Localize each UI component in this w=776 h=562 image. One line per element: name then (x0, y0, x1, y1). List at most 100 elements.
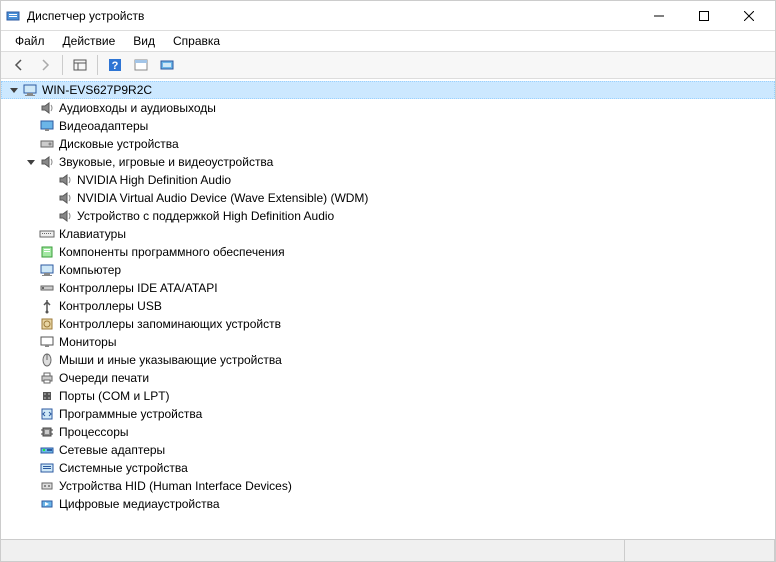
tree-node-label: Контроллеры USB (59, 299, 162, 313)
statusbar (1, 539, 775, 561)
tree-node-label: Сетевые адаптеры (59, 443, 165, 457)
tree-node-label: Системные устройства (59, 461, 188, 475)
minimize-button[interactable] (636, 2, 681, 30)
computer-icon (22, 82, 38, 98)
tree-node[interactable]: Цифровые медиаустройства (1, 495, 775, 513)
tree-node[interactable]: Сетевые адаптеры (1, 441, 775, 459)
tree-node-label: Порты (COM и LPT) (59, 389, 170, 403)
tree-node[interactable]: Компоненты программного обеспечения (1, 243, 775, 261)
tree-node-label: Дисковые устройства (59, 137, 179, 151)
hid-icon (39, 478, 55, 494)
scan-hardware-button[interactable] (155, 53, 179, 77)
display-icon (39, 118, 55, 134)
menu-action[interactable]: Действие (55, 32, 124, 50)
monitor-icon (39, 334, 55, 350)
tree-node[interactable]: Аудиовходы и аудиовыходы (1, 99, 775, 117)
tree-node[interactable]: Очереди печати (1, 369, 775, 387)
window-buttons (636, 2, 771, 30)
tree-node-label: Аудиовходы и аудиовыходы (59, 101, 216, 115)
back-button[interactable] (7, 53, 31, 77)
statusbar-cell (1, 540, 625, 561)
tree-node-label: Видеоадаптеры (59, 119, 148, 133)
tree-node[interactable]: Клавиатуры (1, 225, 775, 243)
mouse-icon (39, 352, 55, 368)
speaker-icon (57, 172, 73, 188)
computer-icon (39, 262, 55, 278)
disk-icon (39, 136, 55, 152)
tree-node-label: Клавиатуры (59, 227, 126, 241)
tree-node[interactable]: Контроллеры IDE ATA/ATAPI (1, 279, 775, 297)
maximize-button[interactable] (681, 2, 726, 30)
tree-node[interactable]: Устройства HID (Human Interface Devices) (1, 477, 775, 495)
storage-icon (39, 316, 55, 332)
tree-node-label: Устройство с поддержкой High Definition … (77, 209, 334, 223)
ide-icon (39, 280, 55, 296)
tree-node[interactable]: Мониторы (1, 333, 775, 351)
network-icon (39, 442, 55, 458)
tree-node[interactable]: Контроллеры USB (1, 297, 775, 315)
tree-node-label: Цифровые медиаустройства (59, 497, 220, 511)
toolbar-separator (62, 55, 63, 75)
properties-button[interactable] (129, 53, 153, 77)
device-tree-panel[interactable]: WIN-EVS627P9R2C Аудиовходы и аудиовыходы В… (1, 79, 775, 539)
tree-node[interactable]: NVIDIA Virtual Audio Device (Wave Extens… (1, 189, 775, 207)
keyboard-icon (39, 226, 55, 242)
tree-node[interactable]: Видеоадаптеры (1, 117, 775, 135)
tree-node[interactable]: Мыши и иные указывающие устройства (1, 351, 775, 369)
tree-node[interactable]: Системные устройства (1, 459, 775, 477)
help-button[interactable]: ? (103, 53, 127, 77)
media-icon (39, 496, 55, 512)
tree-node-label: NVIDIA Virtual Audio Device (Wave Extens… (77, 191, 368, 205)
tree-node-label: Компьютер (59, 263, 121, 277)
menu-view[interactable]: Вид (125, 32, 163, 50)
toolbar-separator (97, 55, 98, 75)
tree-node[interactable]: Процессоры (1, 423, 775, 441)
speaker-icon (39, 154, 55, 170)
tree-node[interactable]: Звуковые, игровые и видеоустройства (1, 153, 775, 171)
collapse-icon[interactable] (23, 154, 39, 170)
tree-node-label: Устройства HID (Human Interface Devices) (59, 479, 292, 493)
tree-node[interactable]: Контроллеры запоминающих устройств (1, 315, 775, 333)
toolbar: ? (1, 51, 775, 79)
tree-node[interactable]: Программные устройства (1, 405, 775, 423)
tree-node[interactable]: NVIDIA High Definition Audio (1, 171, 775, 189)
tree-node[interactable]: Дисковые устройства (1, 135, 775, 153)
tree-node[interactable]: Устройство с поддержкой High Definition … (1, 207, 775, 225)
window-title: Диспетчер устройств (27, 9, 636, 23)
tree-node[interactable]: Компьютер (1, 261, 775, 279)
tree-node-label: Контроллеры запоминающих устройств (59, 317, 281, 331)
menubar: Файл Действие Вид Справка (1, 31, 775, 51)
speaker-icon (39, 100, 55, 116)
titlebar: Диспетчер устройств (1, 1, 775, 31)
statusbar-cell (625, 540, 775, 561)
tree-node-label: Очереди печати (59, 371, 149, 385)
collapse-icon[interactable] (6, 82, 22, 98)
menu-help[interactable]: Справка (165, 32, 228, 50)
close-button[interactable] (726, 2, 771, 30)
softdev-icon (39, 406, 55, 422)
system-icon (39, 460, 55, 476)
speaker-icon (57, 190, 73, 206)
tree-node-label: Контроллеры IDE ATA/ATAPI (59, 281, 218, 295)
cpu-icon (39, 424, 55, 440)
tree-node-label: WIN-EVS627P9R2C (42, 83, 152, 97)
usb-icon (39, 298, 55, 314)
tree-node-label: Процессоры (59, 425, 129, 439)
forward-button[interactable] (33, 53, 57, 77)
tree-node-label: Звуковые, игровые и видеоустройства (59, 155, 273, 169)
show-hide-console-tree-button[interactable] (68, 53, 92, 77)
tree-node-label: Мыши и иные указывающие устройства (59, 353, 282, 367)
printer-icon (39, 370, 55, 386)
svg-text:?: ? (112, 60, 119, 72)
port-icon (39, 388, 55, 404)
software-icon (39, 244, 55, 260)
tree-node-label: NVIDIA High Definition Audio (77, 173, 231, 187)
tree-node[interactable]: WIN-EVS627P9R2C (1, 81, 775, 99)
tree-node-label: Программные устройства (59, 407, 202, 421)
tree-node[interactable]: Порты (COM и LPT) (1, 387, 775, 405)
menu-file[interactable]: Файл (7, 32, 53, 50)
tree-node-label: Мониторы (59, 335, 116, 349)
app-icon (5, 8, 21, 24)
speaker-icon (57, 208, 73, 224)
tree-node-label: Компоненты программного обеспечения (59, 245, 285, 259)
